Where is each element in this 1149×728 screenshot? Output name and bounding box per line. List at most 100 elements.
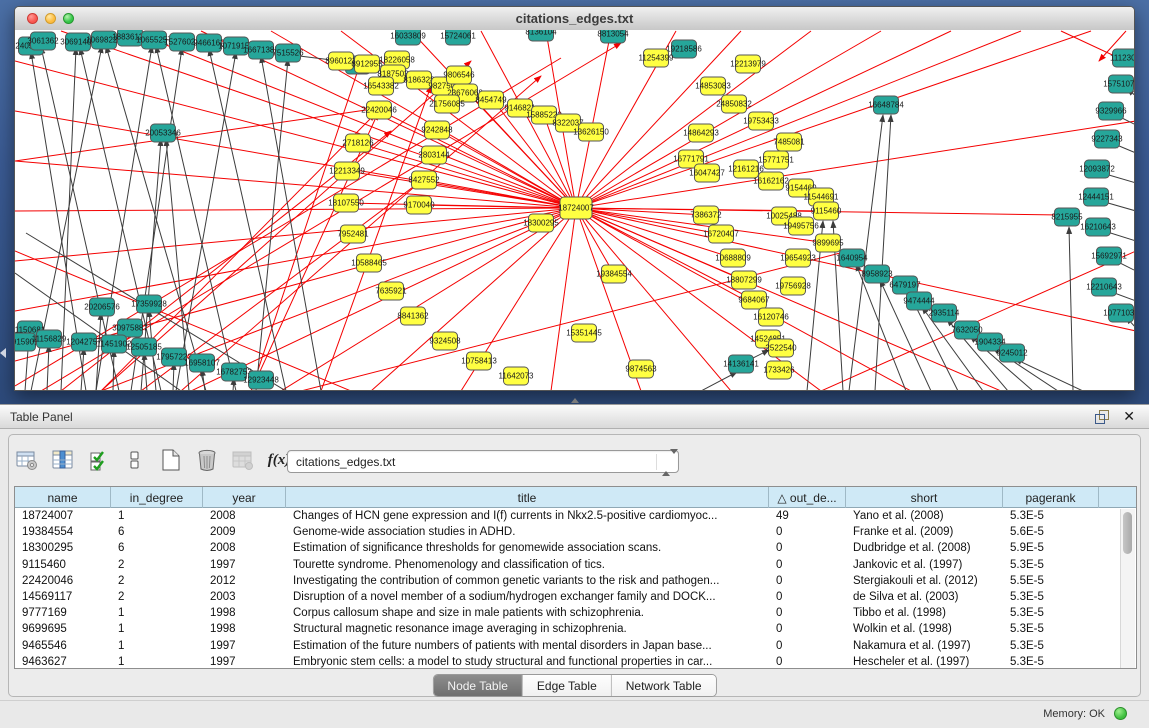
table-cell[interactable]: 0 — [769, 656, 846, 668]
table-cell[interactable]: 5.5E-5 — [1003, 575, 1099, 587]
table-cell[interactable]: 1 — [111, 623, 203, 635]
table-cell[interactable]: Estimation of the future numbers of pati… — [286, 640, 769, 652]
table-cell[interactable]: 5.3E-5 — [1003, 640, 1099, 652]
table-cell[interactable]: 0 — [769, 526, 846, 538]
table-cell[interactable]: Nakamura et al. (1997) — [846, 640, 1003, 652]
table-cell[interactable]: Yano et al. (2008) — [846, 510, 1003, 522]
table-cell[interactable]: 2 — [111, 559, 203, 571]
float-panel-icon[interactable] — [1095, 410, 1109, 424]
table-cell[interactable]: 5.3E-5 — [1003, 559, 1099, 571]
table-cell[interactable]: Dudbridge et al. (2008) — [846, 542, 1003, 554]
table-cell[interactable]: Stergiakouli et al. (2012) — [846, 575, 1003, 587]
table-mode-icon[interactable] — [14, 447, 40, 473]
table-cell[interactable]: 9115460 — [15, 559, 111, 571]
table-cell[interactable]: 9777169 — [15, 607, 111, 619]
table-cell[interactable]: 1 — [111, 656, 203, 668]
column-header-pagerank[interactable]: pagerank — [1003, 487, 1099, 508]
table-cell[interactable]: Franke et al. (2009) — [846, 526, 1003, 538]
network-view-window[interactable]: citations_edges.txt 24055723061362306914… — [14, 6, 1135, 391]
table-cell[interactable]: 9465546 — [15, 640, 111, 652]
table-cell[interactable]: 2012 — [203, 575, 286, 587]
table-cell[interactable]: 9699695 — [15, 623, 111, 635]
table-cell[interactable]: 5.6E-5 — [1003, 526, 1099, 538]
table-cell[interactable]: 49 — [769, 510, 846, 522]
table-cell[interactable]: 2 — [111, 591, 203, 603]
table-cell[interactable]: 22420046 — [15, 575, 111, 587]
column-header-short[interactable]: short — [846, 487, 1003, 508]
table-cell[interactable]: 6 — [111, 526, 203, 538]
table-cell[interactable]: Tourette syndrome. Phenomenology and cla… — [286, 559, 769, 571]
table-row[interactable]: 2242004622012Investigating the contribut… — [15, 573, 1136, 589]
table-cell[interactable]: 18300295 — [15, 542, 111, 554]
table-cell[interactable]: 5.3E-5 — [1003, 623, 1099, 635]
table-cell[interactable]: Genome-wide association studies in ADHD. — [286, 526, 769, 538]
column-header-name[interactable]: name — [15, 487, 111, 508]
table-row[interactable]: 1872400712008Changes of HCN gene express… — [15, 508, 1136, 524]
table-cell[interactable]: 2003 — [203, 591, 286, 603]
table-cell[interactable]: 2009 — [203, 526, 286, 538]
table-cell[interactable]: 1997 — [203, 640, 286, 652]
table-cell[interactable]: 6 — [111, 542, 203, 554]
table-cell[interactable]: 5.3E-5 — [1003, 607, 1099, 619]
column-header-out_de[interactable]: △ out_de... — [769, 487, 846, 508]
table-cell[interactable]: 5.9E-5 — [1003, 542, 1099, 554]
table-cell[interactable]: Changes of HCN gene expression and I(f) … — [286, 510, 769, 522]
tab-edge-table[interactable]: Edge Table — [523, 675, 612, 696]
table-cell[interactable]: 18724007 — [15, 510, 111, 522]
splitter-handle-icon[interactable] — [571, 398, 579, 403]
table-cell[interactable]: 0 — [769, 607, 846, 619]
table-cell[interactable]: 5.3E-5 — [1003, 510, 1099, 522]
table-cell[interactable]: 5.3E-5 — [1003, 656, 1099, 668]
show-column-icon[interactable] — [50, 447, 76, 473]
collapse-panel-arrow-icon[interactable] — [0, 348, 6, 358]
table-cell[interactable]: 0 — [769, 591, 846, 603]
table-cell[interactable]: 0 — [769, 623, 846, 635]
close-panel-icon[interactable]: ✕ — [1123, 408, 1135, 424]
select-all-rows-icon[interactable] — [86, 447, 112, 473]
table-cell[interactable]: Structural magnetic resonance image aver… — [286, 623, 769, 635]
table-cell[interactable]: 9463627 — [15, 656, 111, 668]
table-cell[interactable]: Jankovic et al. (1997) — [846, 559, 1003, 571]
table-cell[interactable]: 1997 — [203, 559, 286, 571]
new-document-icon[interactable] — [158, 447, 184, 473]
table-row[interactable]: 946362711997Embryonic stem cells: a mode… — [15, 654, 1136, 670]
table-vertical-scrollbar[interactable] — [1120, 509, 1135, 668]
table-cell[interactable]: 5.3E-5 — [1003, 591, 1099, 603]
table-row[interactable]: 1456911722003Disruption of a novel membe… — [15, 589, 1136, 605]
column-header-title[interactable]: title — [286, 487, 769, 508]
table-row[interactable]: 1830029562008Estimation of significance … — [15, 540, 1136, 556]
table-cell[interactable]: 1 — [111, 510, 203, 522]
table-cell[interactable]: 1997 — [203, 656, 286, 668]
table-cell[interactable]: 19384554 — [15, 526, 111, 538]
table-cell[interactable]: 2 — [111, 575, 203, 587]
table-row[interactable]: 1938455462009Genome-wide association stu… — [15, 524, 1136, 540]
table-cell[interactable]: Investigating the contribution of common… — [286, 575, 769, 587]
table-row[interactable]: 969969511998Structural magnetic resonanc… — [15, 621, 1136, 637]
delete-icon[interactable] — [194, 447, 220, 473]
table-cell[interactable]: Embryonic stem cells: a model to study s… — [286, 656, 769, 668]
table-cell[interactable]: 1 — [111, 607, 203, 619]
table-cell[interactable]: Disruption of a novel member of a sodium… — [286, 591, 769, 603]
memory-status-indicator[interactable] — [1114, 707, 1127, 720]
tab-network-table[interactable]: Network Table — [612, 675, 716, 696]
tab-node-table[interactable]: Node Table — [433, 675, 523, 696]
scrollbar-thumb[interactable] — [1123, 512, 1132, 554]
table-cell[interactable]: 1 — [111, 640, 203, 652]
column-header-in_degree[interactable]: in_degree — [111, 487, 203, 508]
table-cell[interactable]: 0 — [769, 559, 846, 571]
table-cell[interactable]: de Silva et al. (2003) — [846, 591, 1003, 603]
table-cell[interactable]: 2008 — [203, 542, 286, 554]
table-row[interactable]: 977716911998Corpus callosum shape and si… — [15, 605, 1136, 621]
table-row[interactable]: 946554611997Estimation of the future num… — [15, 638, 1136, 654]
table-row[interactable]: 911546021997Tourette syndrome. Phenomeno… — [15, 557, 1136, 573]
table-cell[interactable]: 0 — [769, 640, 846, 652]
network-graph-svg[interactable]: 2405572306136230691406106982211883612410… — [15, 30, 1134, 390]
table-cell[interactable]: 14569117 — [15, 591, 111, 603]
table-cell[interactable]: Hescheler et al. (1997) — [846, 656, 1003, 668]
column-header-year[interactable]: year — [203, 487, 286, 508]
column-narrow-icon[interactable] — [122, 447, 148, 473]
table-cell[interactable]: Tibbo et al. (1998) — [846, 607, 1003, 619]
table-cell[interactable]: Corpus callosum shape and size in male p… — [286, 607, 769, 619]
table-cell[interactable]: Wolkin et al. (1998) — [846, 623, 1003, 635]
table-cell[interactable]: 1998 — [203, 623, 286, 635]
